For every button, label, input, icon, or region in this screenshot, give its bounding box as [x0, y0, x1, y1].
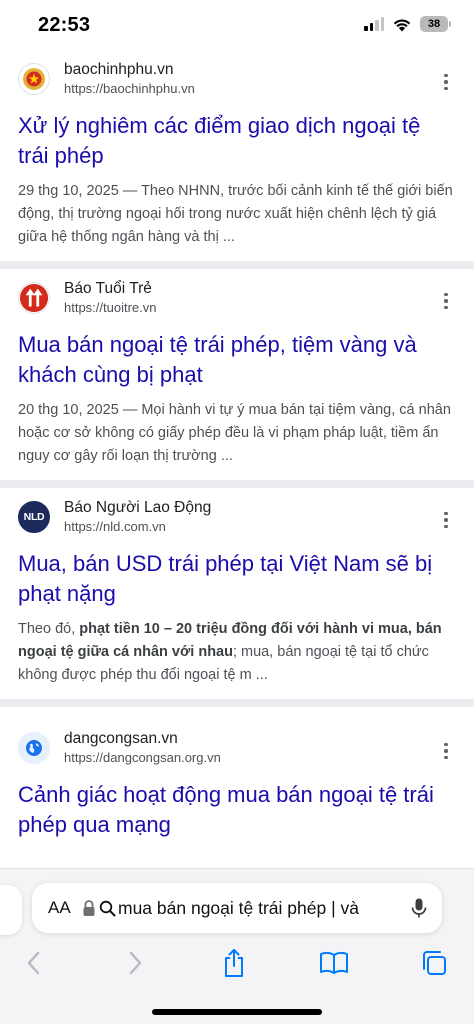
search-results: baochinhphu.vn https://baochinhphu.vn Xử…: [0, 50, 474, 880]
snippet-text: Theo đó,: [18, 621, 80, 637]
result-source[interactable]: baochinhphu.vn https://baochinhphu.vn: [18, 56, 456, 104]
result-card: Báo Tuổi Trẻ https://tuoitre.vn Mua bán …: [0, 275, 474, 480]
more-options-icon[interactable]: [436, 72, 456, 92]
status-bar: 22:53 38: [0, 0, 474, 50]
forward-icon[interactable]: [115, 945, 155, 981]
result-card: dangcongsan.vn https://dangcongsan.org.v…: [0, 707, 474, 840]
result-snippet: 29 thg 10, 2025 — Theo NHNN, trước bối c…: [18, 183, 453, 245]
result-snippet: 20 thg 10, 2025 — Mọi hành vi tự ý mua b…: [18, 402, 451, 464]
result-source[interactable]: Báo Tuổi Trẻ https://tuoitre.vn: [18, 275, 456, 323]
back-icon[interactable]: [14, 945, 54, 981]
site-url: https://tuoitre.vn: [64, 300, 157, 315]
result-title-link[interactable]: Mua, bán USD trái phép tại Việt Nam sẽ b…: [18, 549, 456, 609]
result-divider: [0, 261, 474, 269]
result-divider: [0, 699, 474, 707]
text-size-button[interactable]: AA: [48, 898, 82, 918]
previous-tab-preview[interactable]: [0, 885, 22, 935]
safari-bottom-bar: AA mua bán ngoại tệ trái phép | và: [0, 868, 474, 1024]
tuoitre-logo-icon: [18, 282, 50, 314]
result-divider: [0, 480, 474, 488]
result-source[interactable]: dangcongsan.vn https://dangcongsan.org.v…: [18, 725, 456, 773]
site-url: https://baochinhphu.vn: [64, 81, 195, 96]
status-icons: 38: [364, 16, 451, 32]
vietnam-emblem-icon: [18, 63, 50, 95]
signal-icon: [364, 17, 384, 31]
more-options-icon[interactable]: [436, 291, 456, 311]
tabs-icon[interactable]: [414, 945, 454, 981]
site-url: https://dangcongsan.org.vn: [64, 750, 221, 765]
microphone-icon[interactable]: [408, 897, 430, 919]
result-snippet: Theo đó, phạt tiền 10 – 20 triệu đồng đố…: [18, 618, 456, 699]
bookmarks-icon[interactable]: [314, 945, 354, 981]
site-url: https://nld.com.vn: [64, 519, 166, 534]
result-title-link[interactable]: Xử lý nghiêm các điểm giao dịch ngoại tệ…: [18, 111, 456, 171]
more-options-icon[interactable]: [436, 510, 456, 530]
share-icon[interactable]: [214, 945, 254, 981]
search-icon: [99, 900, 116, 916]
more-options-icon[interactable]: [436, 741, 456, 761]
home-indicator: [152, 1009, 322, 1015]
result-source[interactable]: NLD Báo Người Lao Động https://nld.com.v…: [18, 494, 456, 542]
result-card: baochinhphu.vn https://baochinhphu.vn Xử…: [0, 56, 474, 261]
result-card: NLD Báo Người Lao Động https://nld.com.v…: [0, 494, 474, 699]
wifi-icon: [393, 19, 411, 31]
globe-icon: [18, 732, 50, 764]
nld-logo-text: NLD: [23, 511, 45, 523]
nld-logo-icon: NLD: [18, 501, 50, 533]
status-time: 22:53: [38, 14, 91, 36]
address-bar[interactable]: AA mua bán ngoại tệ trái phép | và: [32, 883, 442, 933]
battery-icon: 38: [420, 16, 451, 32]
site-name: Báo Tuổi Trẻ: [64, 280, 152, 297]
site-name: baochinhphu.vn: [64, 61, 174, 78]
result-title-link[interactable]: Cảnh giác hoạt động mua bán ngoại tệ trá…: [18, 780, 456, 840]
site-name: Báo Người Lao Động: [64, 499, 212, 516]
result-title-link[interactable]: Mua bán ngoại tệ trái phép, tiệm vàng và…: [18, 330, 456, 390]
lock-icon: [83, 900, 95, 916]
safari-toolbar: [0, 941, 474, 985]
search-query-text[interactable]: mua bán ngoại tệ trái phép | và: [118, 898, 402, 919]
site-name: dangcongsan.vn: [64, 730, 178, 747]
